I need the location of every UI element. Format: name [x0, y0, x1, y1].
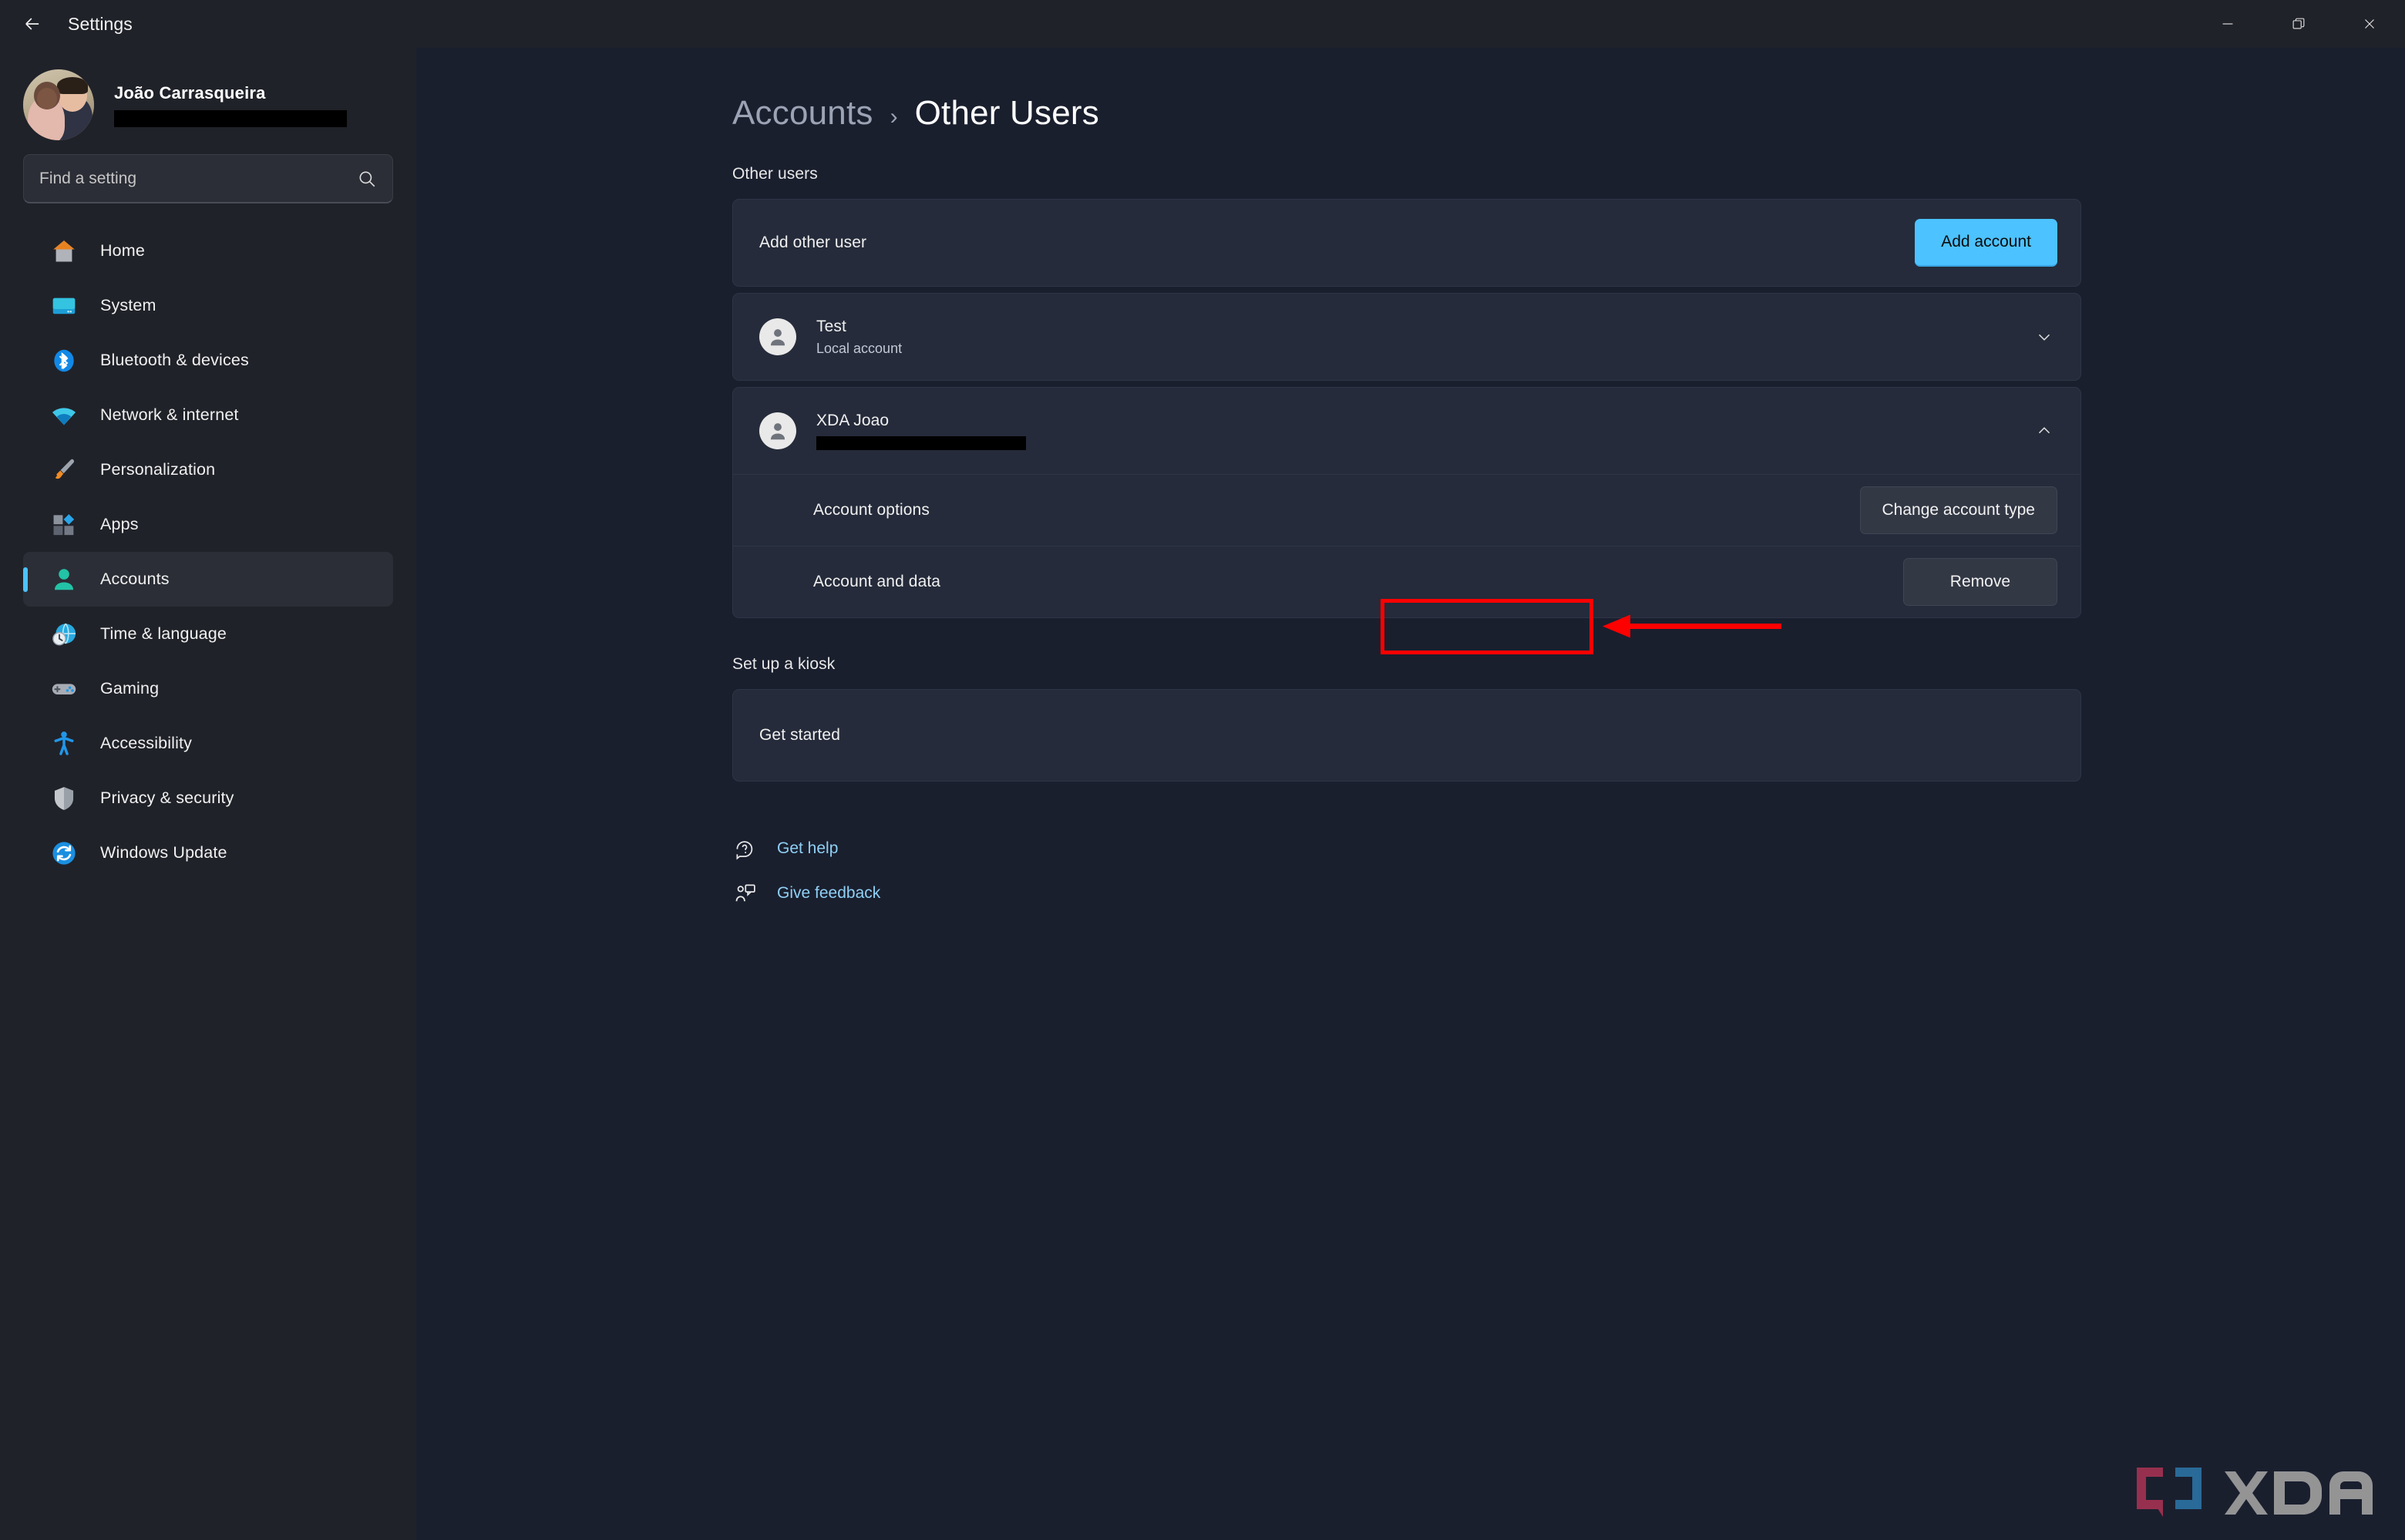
sidebar-item-label: Personalization [100, 460, 216, 479]
close-icon [2365, 19, 2374, 29]
link-label: Get help [777, 839, 839, 857]
sidebar-item-network-internet[interactable]: Network & internet [23, 388, 393, 442]
system-icon [48, 290, 80, 322]
sidebar-item-windows-update[interactable]: Windows Update [23, 825, 393, 880]
sidebar-item-label: System [100, 296, 156, 314]
back-arrow-icon [25, 18, 39, 30]
settings-window: Settings João Carrasqueira Find a settin… [0, 0, 2405, 1540]
account-type: Local account [816, 340, 903, 356]
sidebar-item-label: Gaming [100, 679, 160, 698]
accounts-icon [48, 563, 80, 596]
sidebar: João Carrasqueira Home [0, 48, 416, 1540]
sidebar-item-bluetooth-devices[interactable]: Bluetooth & devices [23, 333, 393, 388]
chevron-up-icon[interactable] [2031, 418, 2057, 444]
bluetooth-icon [48, 345, 80, 377]
sidebar-item-system[interactable]: System [23, 278, 393, 333]
sidebar-item-label: Apps [100, 515, 139, 533]
account-type-redacted [816, 436, 1026, 450]
gaming-icon [48, 673, 80, 705]
main-content: Accounts › Other Users Other users Add o… [416, 48, 2405, 1540]
search-box[interactable] [23, 154, 393, 203]
account-options-row: Account options Change account type [732, 474, 2081, 546]
search-input[interactable] [39, 169, 357, 188]
page-title: Other Users [914, 94, 1099, 132]
remove-button[interactable]: Remove [1902, 558, 2057, 606]
sidebar-item-label: Home [100, 241, 145, 260]
get-help-icon [732, 836, 758, 862]
breadcrumb-separator-icon: › [890, 104, 898, 129]
restore-icon [2292, 18, 2305, 29]
sidebar-item-label: Network & internet [100, 405, 239, 424]
change-account-type-button[interactable]: Change account type [1859, 486, 2057, 534]
profile-name: João Carrasqueira [114, 82, 266, 103]
give-feedback-icon [732, 880, 758, 906]
account-card-test[interactable]: Test Local account [732, 293, 2081, 381]
other-users-cards: Add other user Add account Test Local ac… [732, 199, 2081, 618]
account-and-data-label: Account and data [813, 573, 941, 590]
xda-bracket-logo-icon [2137, 1468, 2202, 1517]
breadcrumb-parent[interactable]: Accounts [732, 94, 873, 133]
sidebar-item-label: Windows Update [100, 843, 227, 862]
search-icon [357, 169, 377, 189]
sidebar-item-accessibility[interactable]: Accessibility [23, 716, 393, 771]
sidebar-item-personalization[interactable]: Personalization [23, 442, 393, 497]
minimize-button[interactable] [2192, 0, 2263, 48]
add-other-user-card: Add other user Add account [732, 199, 2081, 287]
give-feedback-link[interactable]: Give feedback [732, 871, 2405, 916]
window-controls [2192, 0, 2405, 48]
back-button[interactable] [8, 0, 57, 49]
kiosk-card[interactable]: Get started [732, 689, 2081, 782]
avatar [759, 318, 796, 355]
privacy-security-icon [48, 782, 80, 815]
account-and-data-row: Account and data Remove [732, 546, 2081, 618]
link-label: Give feedback [777, 884, 881, 902]
sidebar-item-label: Accessibility [100, 734, 193, 752]
sidebar-item-label: Time & language [100, 624, 227, 643]
kiosk-get-started-label: Get started [759, 726, 840, 744]
add-other-user-label: Add other user [759, 234, 867, 251]
xda-wordmark-icon [2225, 1471, 2373, 1515]
account-name: XDA Joao [816, 412, 890, 429]
sidebar-item-gaming[interactable]: Gaming [23, 661, 393, 716]
windows-update-icon [48, 837, 80, 869]
sidebar-item-time-language[interactable]: Time & language [23, 607, 393, 661]
maximize-button[interactable] [2263, 0, 2334, 48]
sidebar-item-apps[interactable]: Apps [23, 497, 393, 552]
close-button[interactable] [2334, 0, 2405, 48]
time-language-icon [48, 618, 80, 651]
xda-watermark [2132, 1463, 2374, 1523]
accessibility-icon [48, 728, 80, 760]
avatar [759, 412, 796, 449]
account-card-xda-joao[interactable]: XDA Joao [732, 387, 2081, 474]
sidebar-item-label: Accounts [100, 570, 170, 588]
profile-email-redacted [114, 109, 347, 127]
sidebar-item-accounts[interactable]: Accounts [23, 552, 393, 607]
user-photo-avatar [23, 69, 94, 140]
home-icon [48, 235, 80, 267]
sidebar-item-home[interactable]: Home [23, 224, 393, 278]
other-users-section-label: Other users [732, 165, 818, 183]
add-account-button[interactable]: Add account [1915, 219, 2057, 267]
chevron-down-icon[interactable] [2031, 324, 2057, 350]
sidebar-nav: Home System Bluetooth & devices Network … [0, 224, 416, 880]
account-options-label: Account options [813, 501, 930, 519]
get-help-link[interactable]: Get help [732, 826, 2405, 871]
minimize-icon [2222, 23, 2233, 25]
sidebar-item-privacy-security[interactable]: Privacy & security [23, 771, 393, 825]
sidebar-item-label: Bluetooth & devices [100, 351, 249, 369]
account-name: Test [816, 317, 846, 335]
title-bar: Settings [0, 0, 2405, 48]
apps-icon [48, 509, 80, 541]
kiosk-section-label: Set up a kiosk [732, 655, 836, 673]
user-profile[interactable]: João Carrasqueira [0, 55, 416, 148]
personalization-icon [48, 454, 80, 486]
network-icon [48, 399, 80, 432]
breadcrumb: Accounts › Other Users [732, 94, 2405, 133]
window-title: Settings [68, 13, 133, 34]
footer-links: Get help Give feedback [732, 826, 2405, 916]
sidebar-item-label: Privacy & security [100, 788, 234, 807]
